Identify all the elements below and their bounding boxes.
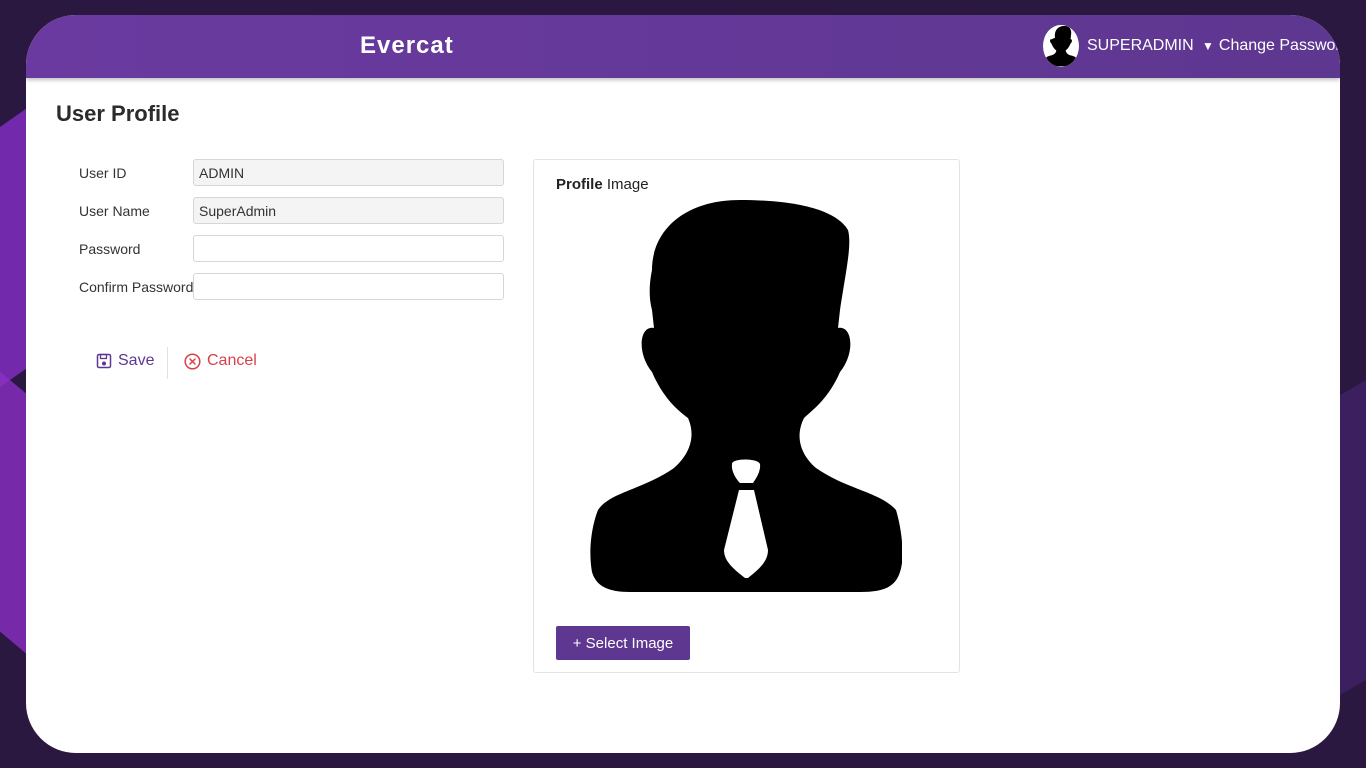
action-divider bbox=[167, 347, 168, 379]
app-window: Evercat SUPERADMIN ▼ Change Password User… bbox=[26, 15, 1340, 753]
brand-logo-text[interactable]: Evercat bbox=[360, 32, 454, 60]
save-button[interactable]: Save bbox=[96, 352, 154, 370]
caret-down-icon: ▼ bbox=[1202, 39, 1214, 53]
top-navbar: Evercat SUPERADMIN ▼ Change Password bbox=[26, 15, 1340, 78]
current-user-name[interactable]: SUPERADMIN bbox=[1087, 37, 1194, 55]
confirm-password-input[interactable] bbox=[193, 273, 504, 300]
password-label: Password bbox=[79, 241, 141, 257]
cancel-label: Cancel bbox=[207, 352, 257, 369]
user-id-label: User ID bbox=[79, 165, 127, 181]
floppy-disk-icon bbox=[96, 353, 112, 369]
profile-image-card: Profile Image + Select Image bbox=[533, 159, 960, 673]
circle-x-icon bbox=[184, 352, 201, 370]
change-password-label: Change Password bbox=[1218, 37, 1340, 54]
user-avatar-icon[interactable] bbox=[1043, 25, 1079, 67]
profile-image-title-rest: Image bbox=[602, 176, 649, 193]
confirm-password-label: Confirm Password bbox=[79, 279, 194, 295]
profile-image-title-bold: Profile bbox=[556, 176, 603, 193]
save-label: Save bbox=[118, 352, 155, 369]
background-shape bbox=[1336, 362, 1366, 698]
user-silhouette-icon bbox=[590, 200, 902, 592]
profile-image-title: Profile Image bbox=[556, 176, 649, 193]
change-password-menu[interactable]: ▼ Change Password bbox=[1202, 37, 1340, 55]
cancel-button[interactable]: Cancel bbox=[184, 352, 257, 370]
page-title: User Profile bbox=[56, 101, 180, 126]
user-name-input[interactable] bbox=[193, 197, 504, 224]
user-name-label: User Name bbox=[79, 203, 150, 219]
password-input[interactable] bbox=[193, 235, 504, 262]
user-id-input[interactable] bbox=[193, 159, 504, 186]
select-image-button[interactable]: + Select Image bbox=[556, 626, 690, 660]
